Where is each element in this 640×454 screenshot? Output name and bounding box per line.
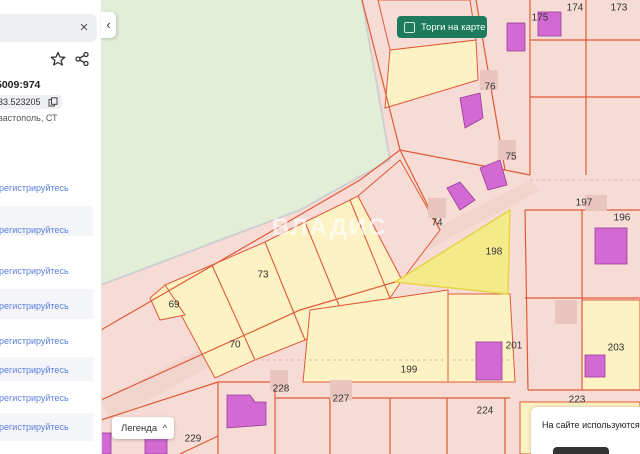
parcel-number: 174 [566, 2, 584, 14]
cookie-accept-button[interactable] [553, 447, 609, 454]
register-link[interactable]: арегистрируйтесь [0, 183, 69, 193]
share-icon[interactable] [74, 51, 90, 67]
parcel-number: 74 [431, 217, 443, 229]
register-link[interactable]: арегистрируйтесь [0, 393, 69, 403]
parcel-number: 228 [272, 383, 290, 395]
register-link[interactable]: арегистрируйтесь [0, 336, 69, 346]
parcel-number: 201 [505, 340, 523, 352]
parcel-number: 229 [184, 433, 202, 445]
cadastral-number: 5009:974 [0, 79, 41, 91]
register-link[interactable]: арегистрируйтесь [0, 225, 69, 235]
register-link[interactable]: арегистрируйтесь [0, 365, 69, 375]
copy-icon[interactable] [48, 97, 58, 107]
register-link[interactable]: арегистрируйтесь [0, 266, 69, 276]
info-panel: × 5009:974 33.523205 вастополь, СТ ареги… [0, 0, 102, 454]
auction-map-label: Торги на карте [421, 21, 486, 33]
building [506, 22, 526, 52]
register-link[interactable]: арегистрируйтесь [0, 301, 69, 311]
chevron-left-icon: ‹ [106, 17, 111, 32]
address-text: вастополь, СТ [0, 113, 58, 123]
building [100, 432, 112, 454]
checkbox-icon[interactable] [404, 21, 415, 33]
parcel-number: 76 [484, 81, 496, 93]
cookie-text: На сайте используются [542, 420, 640, 430]
watermark-text: ВЛАДИС [272, 214, 388, 241]
close-icon[interactable]: × [77, 20, 91, 36]
parcel-number: 73 [257, 269, 269, 281]
parcel-number: 173 [610, 2, 628, 14]
chevron-up-icon: ^ [162, 423, 168, 433]
parcel-number: 196 [613, 212, 631, 224]
building [594, 227, 628, 265]
collapse-panel-button[interactable]: ‹ [101, 12, 116, 38]
parcel-number: 223 [568, 394, 586, 406]
parcel-number: 203 [607, 342, 625, 354]
coordinates-value: 33.523205 [0, 97, 41, 107]
parcel-number: 199 [400, 364, 418, 376]
building [475, 341, 503, 381]
parcel-number: 175 [531, 12, 549, 24]
parcel-number: 227 [332, 393, 350, 405]
building [584, 354, 606, 378]
legend-label: Легенда [121, 423, 158, 434]
parcel-number: 224 [476, 405, 494, 417]
parcel-number: 69 [168, 299, 180, 311]
legend-button[interactable]: Легенда ^ [112, 417, 174, 439]
parcel-number: 75 [505, 151, 517, 163]
cookie-notice: На сайте используются [531, 407, 640, 454]
register-link[interactable]: арегистрируйтесь [0, 422, 69, 432]
star-icon[interactable] [50, 51, 66, 67]
parcel-number: 198 [485, 246, 503, 258]
auction-map-toggle-button[interactable]: Торги на карте [397, 16, 487, 38]
parcel-number: 70 [229, 339, 241, 351]
parcel-number: 197 [575, 197, 593, 209]
